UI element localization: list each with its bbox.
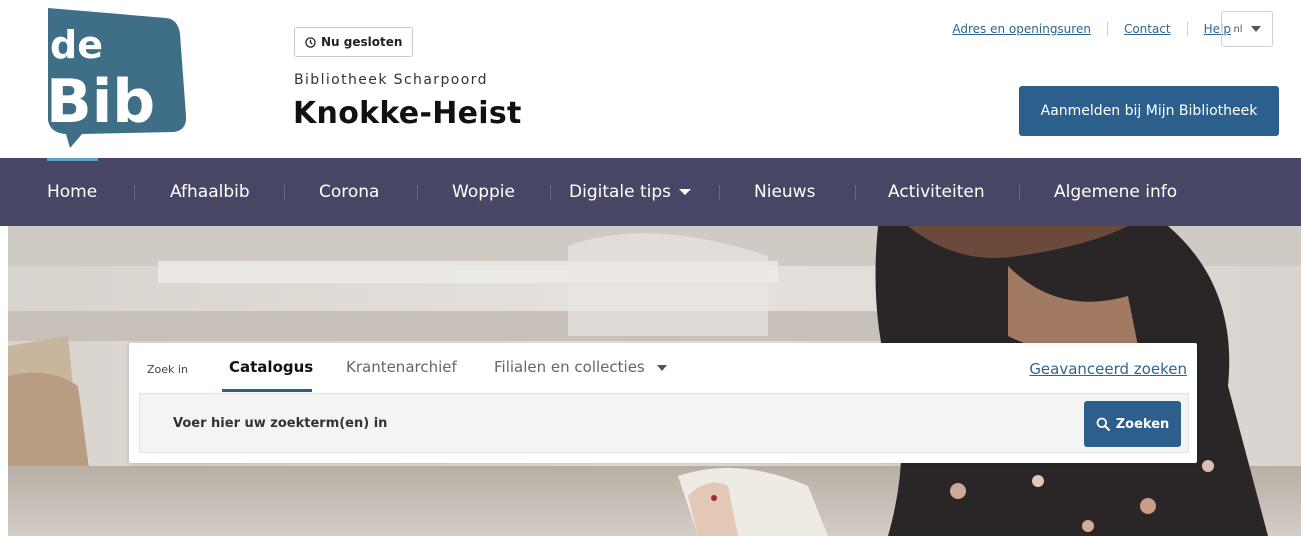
active-tab-indicator (222, 389, 312, 392)
nav-divider (855, 185, 856, 200)
chevron-down-icon (679, 189, 692, 195)
nav-divider (719, 185, 720, 200)
top-links: Adres en openingsuren Contact Help (952, 22, 1231, 36)
nav-item-label: Digitale tips (569, 182, 672, 202)
tab-krantenarchief[interactable]: Krantenarchief (346, 358, 457, 376)
search-panel: Zoek in Catalogus Krantenarchief Filiale… (129, 343, 1197, 463)
nav-item-home[interactable]: Home (47, 158, 97, 226)
chevron-down-icon (656, 364, 667, 371)
language-value: nl (1233, 23, 1243, 35)
nav-item-corona[interactable]: Corona (319, 158, 379, 226)
divider (1106, 22, 1108, 36)
nav-item-algemene-info[interactable]: Algemene info (1054, 158, 1177, 226)
main-nav: Home Afhaalbib Corona Woppie Digitale ti… (0, 158, 1301, 226)
logo-text-bib: Bib (46, 67, 155, 137)
divider (1186, 22, 1188, 36)
search-icon (1096, 417, 1110, 431)
login-button[interactable]: Aanmelden bij Mijn Bibliotheek (1019, 86, 1279, 136)
nav-item-digitale-tips[interactable]: Digitale tips (569, 158, 692, 226)
search-bar: Zoeken (139, 393, 1189, 453)
tab-catalogus[interactable]: Catalogus (229, 358, 313, 376)
clock-icon (305, 36, 316, 48)
opening-status-label: Nu gesloten (321, 35, 403, 49)
link-contact[interactable]: Contact (1124, 22, 1171, 36)
language-select[interactable]: nl (1221, 11, 1273, 47)
advanced-search-link[interactable]: Geavanceerd zoeken (1029, 360, 1187, 378)
nav-divider (134, 185, 135, 200)
nav-item-nieuws[interactable]: Nieuws (754, 158, 815, 226)
nav-divider (417, 185, 418, 200)
nav-divider (1019, 185, 1020, 200)
nav-item-afhaalbib[interactable]: Afhaalbib (170, 158, 250, 226)
library-title: Knokke-Heist (293, 96, 522, 131)
nav-item-activiteiten[interactable]: Activiteiten (888, 158, 985, 226)
library-subtitle: Bibliotheek Scharpoord (294, 72, 488, 88)
chevron-down-icon (1250, 26, 1261, 32)
opening-status-button[interactable]: Nu gesloten (294, 27, 414, 57)
search-in-label: Zoek in (147, 363, 188, 376)
nav-divider (284, 185, 285, 200)
debib-logo[interactable]: de Bib (40, 4, 190, 150)
tab-filialen-en-collecties[interactable]: Filialen en collecties (494, 358, 667, 376)
site-header: de Bib Nu gesloten Bibliotheek Scharpoor… (0, 0, 1301, 158)
search-button[interactable]: Zoeken (1084, 401, 1181, 447)
link-address-hours[interactable]: Adres en openingsuren (952, 22, 1091, 36)
tab-label: Filialen en collecties (494, 358, 645, 376)
nav-active-indicator (47, 158, 98, 161)
logo-text-de: de (50, 23, 103, 67)
search-input[interactable] (140, 394, 1070, 452)
search-button-label: Zoeken (1115, 416, 1170, 432)
nav-divider (550, 185, 551, 200)
nav-item-woppie[interactable]: Woppie (452, 158, 515, 226)
